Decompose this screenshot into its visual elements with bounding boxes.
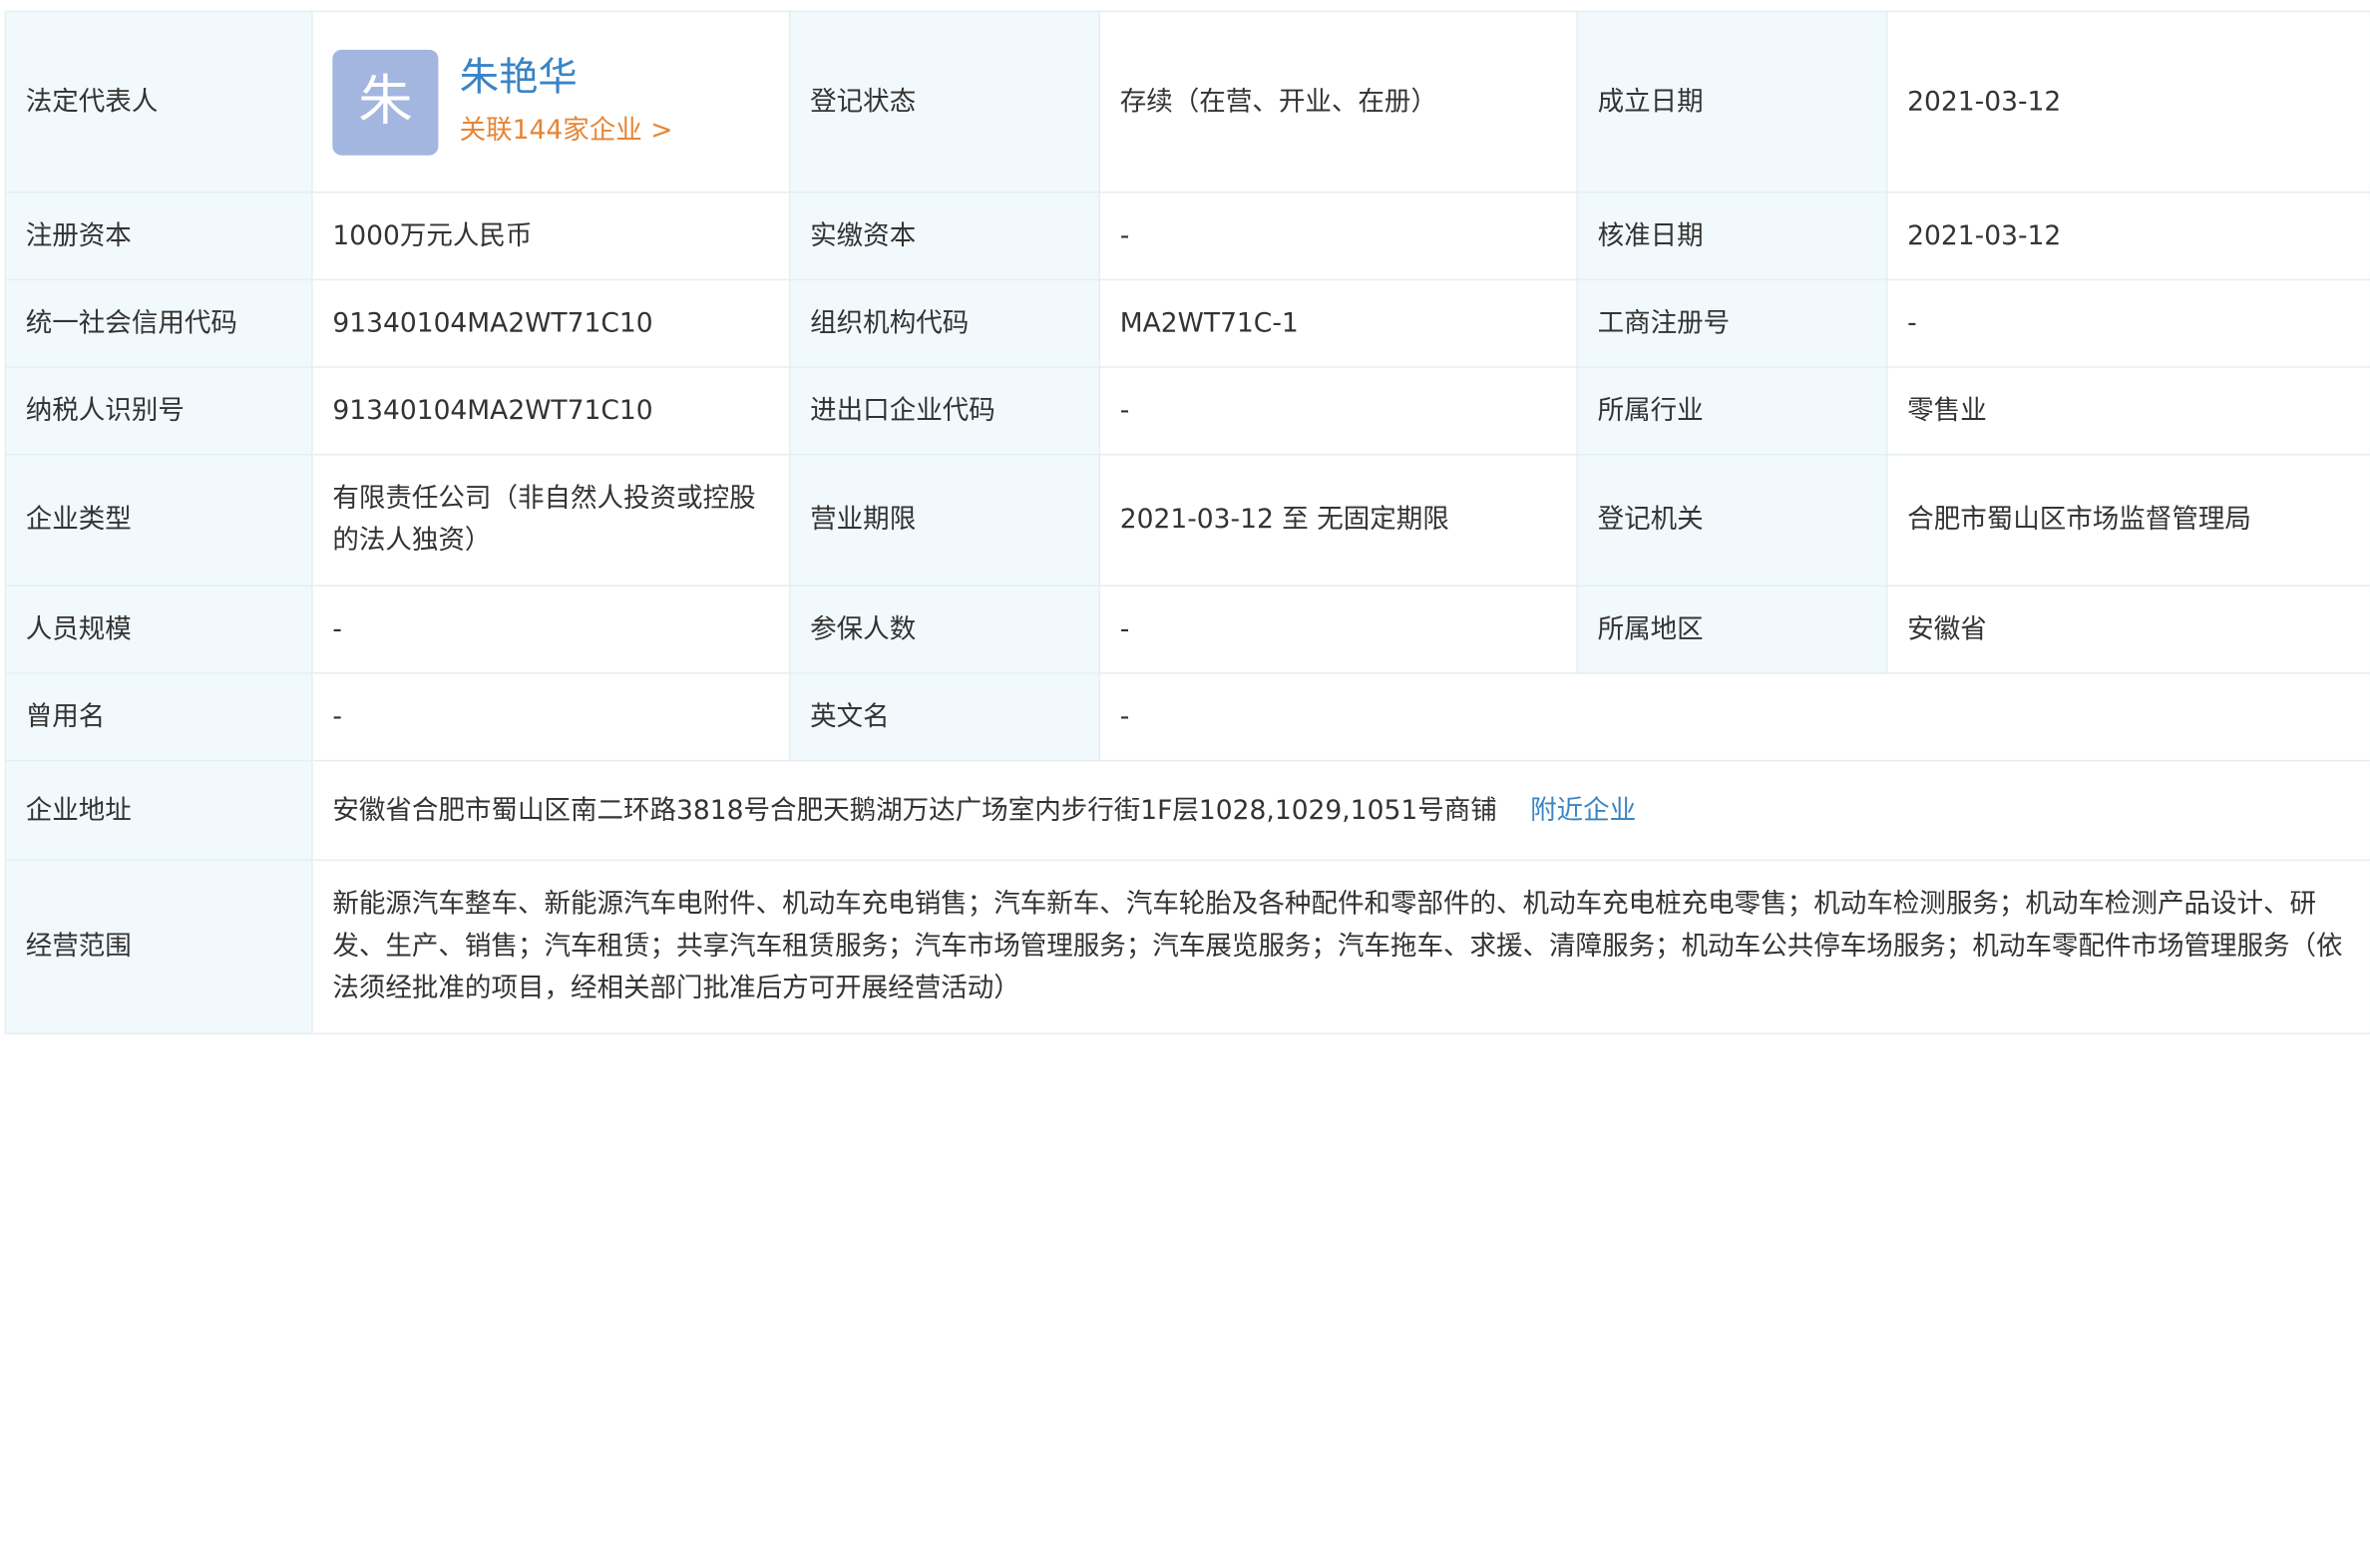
former-name-label: 曾用名 [4, 672, 313, 762]
legal-rep-label: 法定代表人 [4, 10, 313, 194]
reg-capital-value: 1000万元人民币 [311, 191, 791, 281]
paid-capital-label: 实缴资本 [788, 191, 1101, 281]
industry-value: 零售业 [1885, 366, 2370, 456]
reg-status-value: 存续（在营、开业、在册） [1098, 10, 1578, 194]
approval-date-label: 核准日期 [1576, 191, 1888, 281]
paid-capital-value: - [1098, 191, 1578, 281]
reg-authority-label: 登记机关 [1576, 453, 1888, 588]
import-export-code-label: 进出口企业代码 [788, 366, 1101, 456]
legal-rep-block: 朱 朱艳华 关联144家企业 > [332, 49, 769, 155]
credit-code-value: 91340104MA2WT71C10 [311, 278, 791, 368]
insured-count-label: 参保人数 [788, 585, 1101, 674]
org-code-label: 组织机构代码 [788, 278, 1101, 368]
row-capital: 注册资本 1000万元人民币 实缴资本 - 核准日期 2021-03-12 [4, 191, 2370, 281]
english-name-value: - [1098, 672, 2370, 762]
english-name-label: 英文名 [788, 672, 1101, 762]
legal-rep-name-link[interactable]: 朱艳华 [460, 52, 673, 103]
approval-date-value: 2021-03-12 [1885, 191, 2370, 281]
legal-rep-info: 朱艳华 关联144家企业 > [460, 52, 673, 152]
row-type: 企业类型 有限责任公司（非自然人投资或控股的法人独资） 营业期限 2021-03… [4, 453, 2370, 588]
related-companies-link[interactable]: 关联144家企业 > [460, 110, 673, 152]
staff-size-label: 人员规模 [4, 585, 313, 674]
reg-capital-label: 注册资本 [4, 191, 313, 281]
founded-value: 2021-03-12 [1885, 10, 2370, 194]
row-legal-rep: 法定代表人 朱 朱艳华 关联144家企业 > 登记状态 存续（在营、开业、在册）… [4, 10, 2370, 194]
staff-size-value: - [311, 585, 791, 674]
company-type-value: 有限责任公司（非自然人投资或控股的法人独资） [311, 453, 791, 588]
row-staff: 人员规模 - 参保人数 - 所属地区 安徽省 [4, 585, 2370, 674]
legal-rep-cell: 朱 朱艳华 关联144家企业 > [311, 10, 791, 194]
founded-label: 成立日期 [1576, 10, 1888, 194]
row-address: 企业地址 安徽省合肥市蜀山区南二环路3818号合肥天鹅湖万达广场室内步行街1F层… [4, 759, 2370, 862]
row-codes: 统一社会信用代码 91340104MA2WT71C10 组织机构代码 MA2WT… [4, 278, 2370, 368]
row-tax: 纳税人识别号 91340104MA2WT71C10 进出口企业代码 - 所属行业… [4, 366, 2370, 456]
address-value: 安徽省合肥市蜀山区南二环路3818号合肥天鹅湖万达广场室内步行街1F层1028,… [332, 795, 1497, 826]
company-info-table: 法定代表人 朱 朱艳华 关联144家企业 > 登记状态 存续（在营、开业、在册）… [4, 10, 2370, 1034]
credit-code-label: 统一社会信用代码 [4, 278, 313, 368]
business-term-label: 营业期限 [788, 453, 1101, 588]
region-label: 所属地区 [1576, 585, 1888, 674]
business-term-value: 2021-03-12 至 无固定期限 [1098, 453, 1578, 588]
business-scope-value: 新能源汽车整车、新能源汽车电附件、机动车充电销售；汽车新车、汽车轮胎及各种配件和… [311, 859, 2370, 1034]
address-label: 企业地址 [4, 759, 313, 862]
org-code-value: MA2WT71C-1 [1098, 278, 1578, 368]
address-cell: 安徽省合肥市蜀山区南二环路3818号合肥天鹅湖万达广场室内步行街1F层1028,… [311, 759, 2370, 862]
reg-authority-value: 合肥市蜀山区市场监督管理局 [1885, 453, 2370, 588]
biz-reg-no-value: - [1885, 278, 2370, 368]
former-name-value: - [311, 672, 791, 762]
taxpayer-id-label: 纳税人识别号 [4, 366, 313, 456]
reg-status-label: 登记状态 [788, 10, 1101, 194]
row-scope: 经营范围 新能源汽车整车、新能源汽车电附件、机动车充电销售；汽车新车、汽车轮胎及… [4, 859, 2370, 1034]
insured-count-value: - [1098, 585, 1578, 674]
nearby-companies-link[interactable]: 附近企业 [1530, 795, 1636, 825]
row-names: 曾用名 - 英文名 - [4, 672, 2370, 762]
taxpayer-id-value: 91340104MA2WT71C10 [311, 366, 791, 456]
biz-reg-no-label: 工商注册号 [1576, 278, 1888, 368]
company-info-sheet: 法定代表人 朱 朱艳华 关联144家企业 > 登记状态 存续（在营、开业、在册）… [0, 0, 2370, 1568]
legal-rep-avatar[interactable]: 朱 [332, 49, 439, 155]
business-scope-label: 经营范围 [4, 859, 313, 1034]
industry-label: 所属行业 [1576, 366, 1888, 456]
import-export-code-value: - [1098, 366, 1578, 456]
region-value: 安徽省 [1885, 585, 2370, 674]
company-type-label: 企业类型 [4, 453, 313, 588]
